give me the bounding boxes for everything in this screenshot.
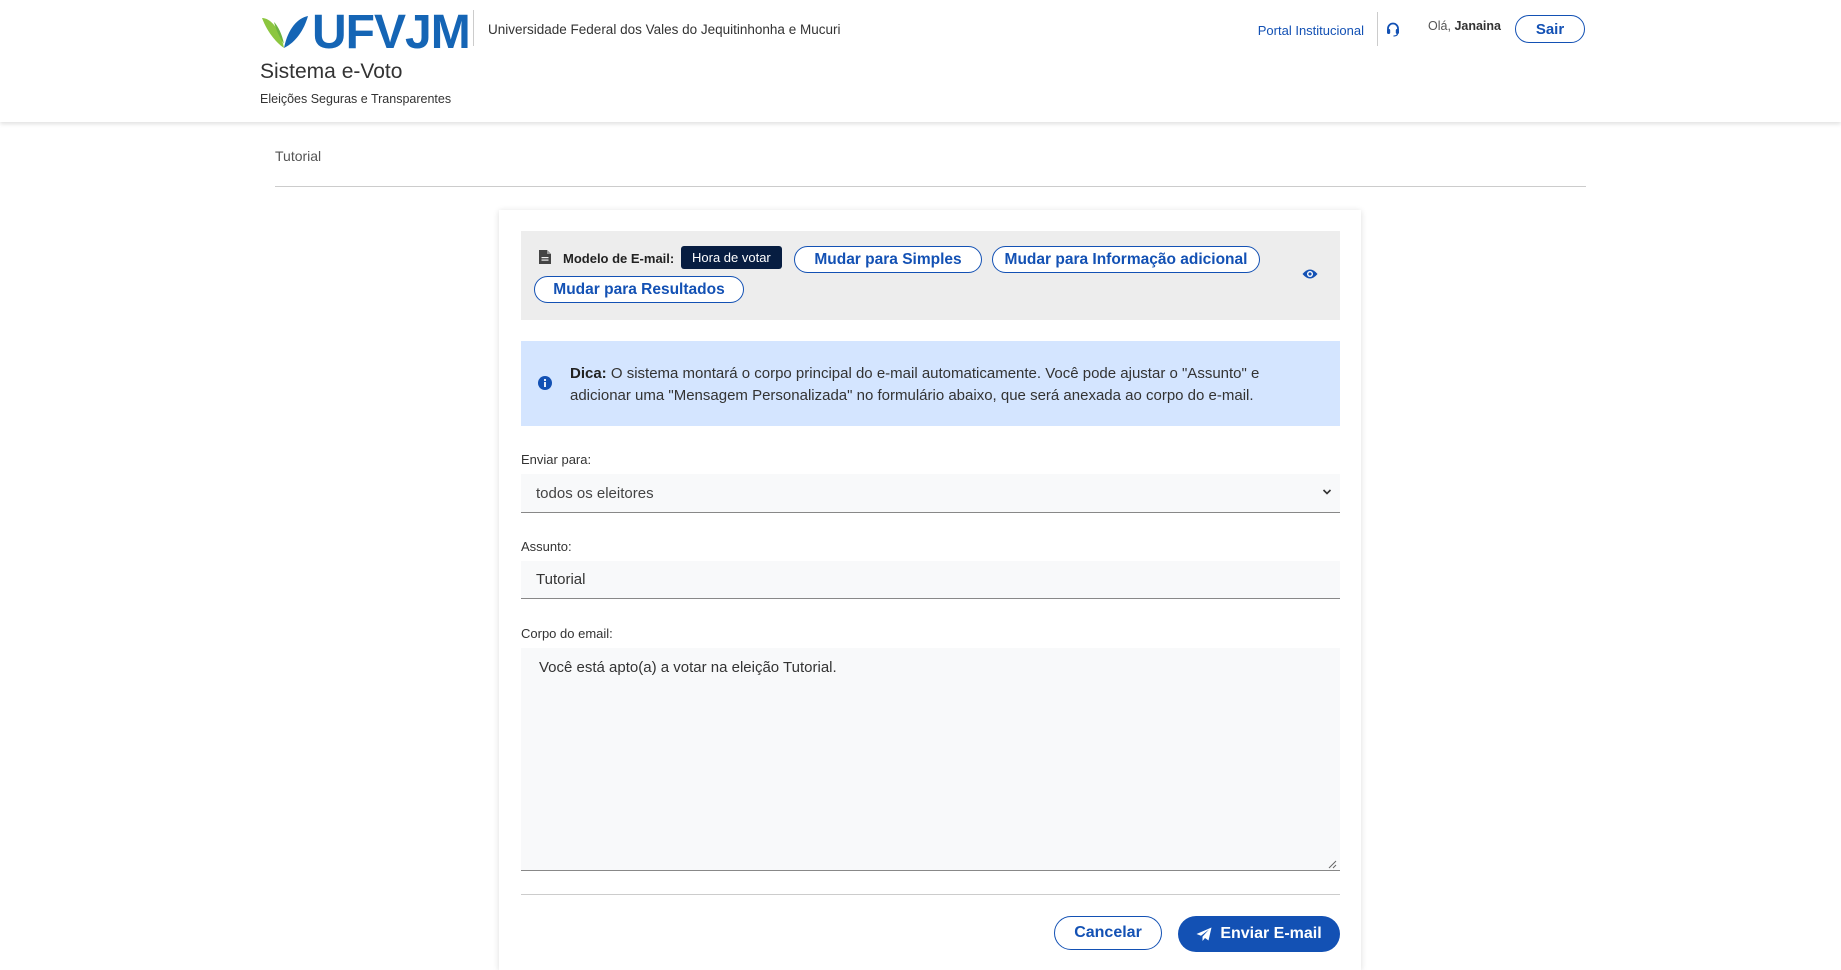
paper-plane-icon <box>1196 927 1212 941</box>
switch-to-simple-button[interactable]: Mudar para Simples <box>794 246 982 273</box>
template-label: Modelo de E-mail: <box>563 251 675 266</box>
logo-divider <box>473 10 474 46</box>
email-form-card: Modelo de E-mail: Hora de votar Mudar pa… <box>499 210 1361 970</box>
system-subtitle: Eleições Seguras e Transparentes <box>260 92 452 106</box>
send-email-button[interactable]: Enviar E-mail <box>1178 916 1340 952</box>
email-body-textarea[interactable]: Você está apto(a) a votar na eleição Tut… <box>521 648 1340 871</box>
logo-mark-icon <box>262 16 308 48</box>
switch-to-results-button[interactable]: Mudar para Resultados <box>534 276 744 303</box>
active-template-badge: Hora de votar <box>681 246 782 269</box>
switch-to-additional-info-button[interactable]: Mudar para Informação adicional <box>992 246 1260 273</box>
subject-input[interactable] <box>521 561 1340 599</box>
tip-text: Dica: O sistema montará o corpo principa… <box>570 363 1310 407</box>
breadcrumb-divider <box>275 186 1586 187</box>
body-label: Corpo do email: <box>521 626 613 641</box>
user-name: Janaina <box>1454 19 1501 33</box>
tip-alert: Dica: O sistema montará o corpo principa… <box>521 341 1340 426</box>
info-icon <box>538 376 552 390</box>
header-divider <box>1377 12 1378 46</box>
resize-handle-icon[interactable] <box>1327 859 1337 869</box>
header-container: UFVJM Universidade Federal dos Vales do … <box>260 0 1585 122</box>
email-template-bar: Modelo de E-mail: Hora de votar Mudar pa… <box>521 231 1340 320</box>
cancel-button[interactable]: Cancelar <box>1054 916 1162 950</box>
document-icon <box>539 250 551 264</box>
greeting-prefix: Olá, <box>1428 19 1451 33</box>
site-header: UFVJM Universidade Federal dos Vales do … <box>0 0 1841 122</box>
breadcrumb: Tutorial <box>275 148 322 164</box>
eye-icon[interactable] <box>1302 268 1318 280</box>
ufvjm-logo[interactable]: UFVJM <box>260 6 471 59</box>
headset-icon[interactable] <box>1385 21 1401 37</box>
portal-institucional-link[interactable]: Portal Institucional <box>1258 23 1364 38</box>
user-greeting: Olá, Janaina <box>1428 19 1501 33</box>
send-to-value: todos os eleitores <box>536 485 654 502</box>
form-footer-divider <box>521 894 1340 895</box>
send-email-label: Enviar E-mail <box>1220 925 1322 942</box>
send-to-label: Enviar para: <box>521 452 592 467</box>
subject-label: Assunto: <box>521 539 572 554</box>
tip-message: O sistema montará o corpo principal do e… <box>570 365 1260 404</box>
chevron-down-icon <box>1322 489 1332 495</box>
send-to-select[interactable]: todos os eleitores <box>521 474 1340 513</box>
logo-wordmark: UFVJM <box>312 6 471 59</box>
system-title: Sistema e-Voto <box>260 60 403 83</box>
university-name: Universidade Federal dos Vales do Jequit… <box>488 22 841 37</box>
tip-label: Dica: <box>570 365 607 382</box>
logout-button[interactable]: Sair <box>1515 15 1585 43</box>
